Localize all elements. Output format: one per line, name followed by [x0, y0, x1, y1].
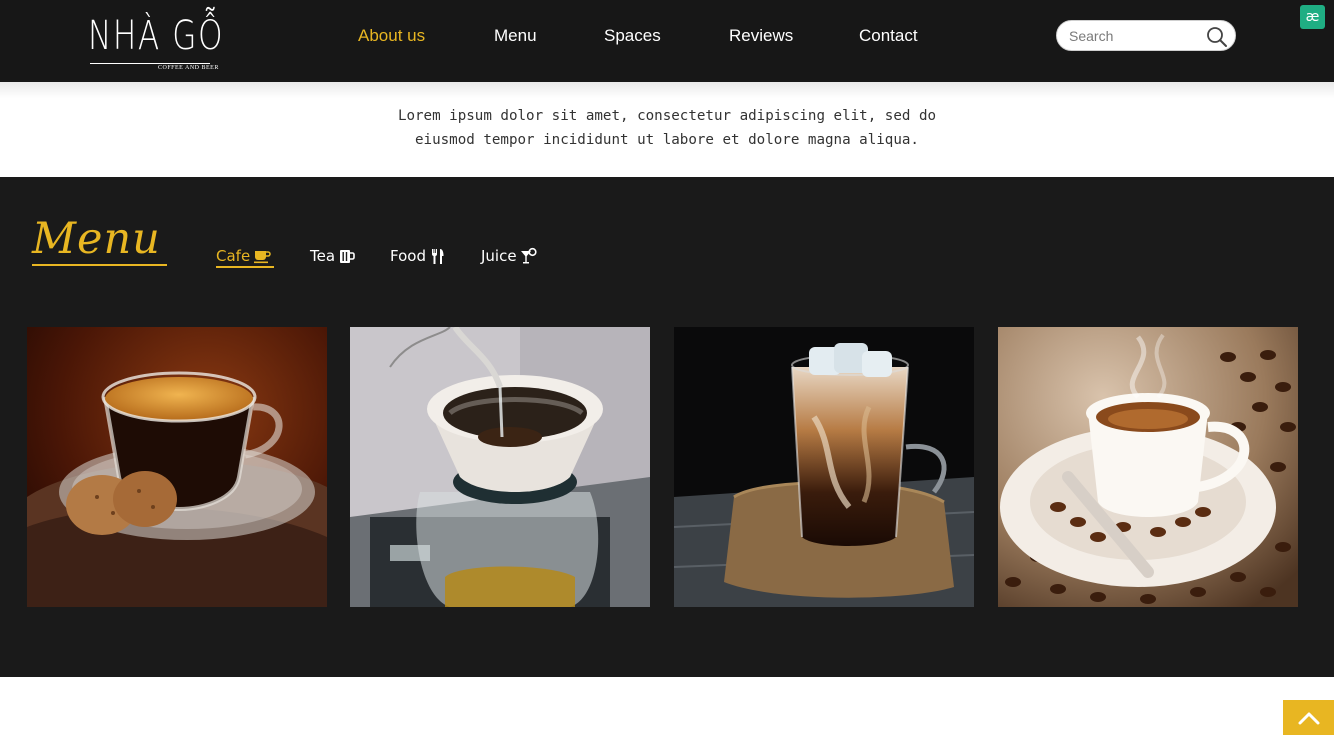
nav-spaces[interactable]: Spaces [604, 24, 661, 48]
menu-item-card[interactable] [674, 327, 974, 607]
pour-over-coffee-dripper-image [350, 327, 650, 607]
lower-section [0, 677, 1334, 735]
logo-underline [90, 63, 210, 64]
tab-cafe-label: Cafe [216, 246, 251, 265]
site-header: NHÀ GỖ COFFEE AND BEER About us Menu Spa… [0, 0, 1334, 82]
menu-item-card[interactable] [998, 327, 1298, 607]
iced-milk-coffee-glass-image [674, 327, 974, 607]
tab-juice-label: Juice [481, 246, 517, 265]
nav-reviews[interactable]: Reviews [729, 24, 793, 48]
cocktail-icon [520, 247, 537, 263]
back-to-top-button[interactable] [1283, 700, 1334, 735]
search-box [1056, 20, 1236, 51]
tab-food[interactable]: Food [390, 244, 447, 266]
search-icon[interactable] [1205, 25, 1229, 49]
tab-tea[interactable]: Tea [310, 244, 356, 266]
tab-cafe-underline [216, 266, 274, 268]
tab-food-label: Food [390, 246, 426, 265]
tab-juice[interactable]: Juice [481, 244, 538, 266]
extension-badge-icon[interactable]: æ [1300, 5, 1325, 29]
tab-cafe[interactable]: Cafe [216, 244, 271, 266]
intro-text: Lorem ipsum dolor sit amet, consectetur … [397, 108, 937, 148]
nav-about-us[interactable]: About us [358, 24, 425, 48]
menu-item-card[interactable] [350, 327, 650, 607]
nav-menu[interactable]: Menu [494, 24, 537, 48]
menu-title-underline [32, 264, 167, 266]
chevron-up-icon [1298, 712, 1320, 725]
menu-item-card[interactable] [27, 327, 327, 607]
header-shadow [0, 82, 1334, 98]
search-input[interactable] [1069, 27, 1204, 45]
tab-tea-label: Tea [310, 246, 336, 265]
logo[interactable]: NHÀ GỖ COFFEE AND BEER [88, 10, 223, 71]
coffee-cup-icon [254, 250, 271, 263]
fork-knife-icon [431, 248, 444, 264]
coffee-cup-with-beans-image [998, 327, 1298, 607]
menu-title: Menu [32, 214, 161, 264]
logo-text: NHÀ GỖ [88, 13, 225, 59]
beer-mug-icon [340, 249, 355, 263]
espresso-cup-with-cookies-image [27, 327, 327, 607]
nav-contact[interactable]: Contact [859, 24, 918, 48]
logo-subtext: COFFEE AND BEER [158, 65, 219, 71]
